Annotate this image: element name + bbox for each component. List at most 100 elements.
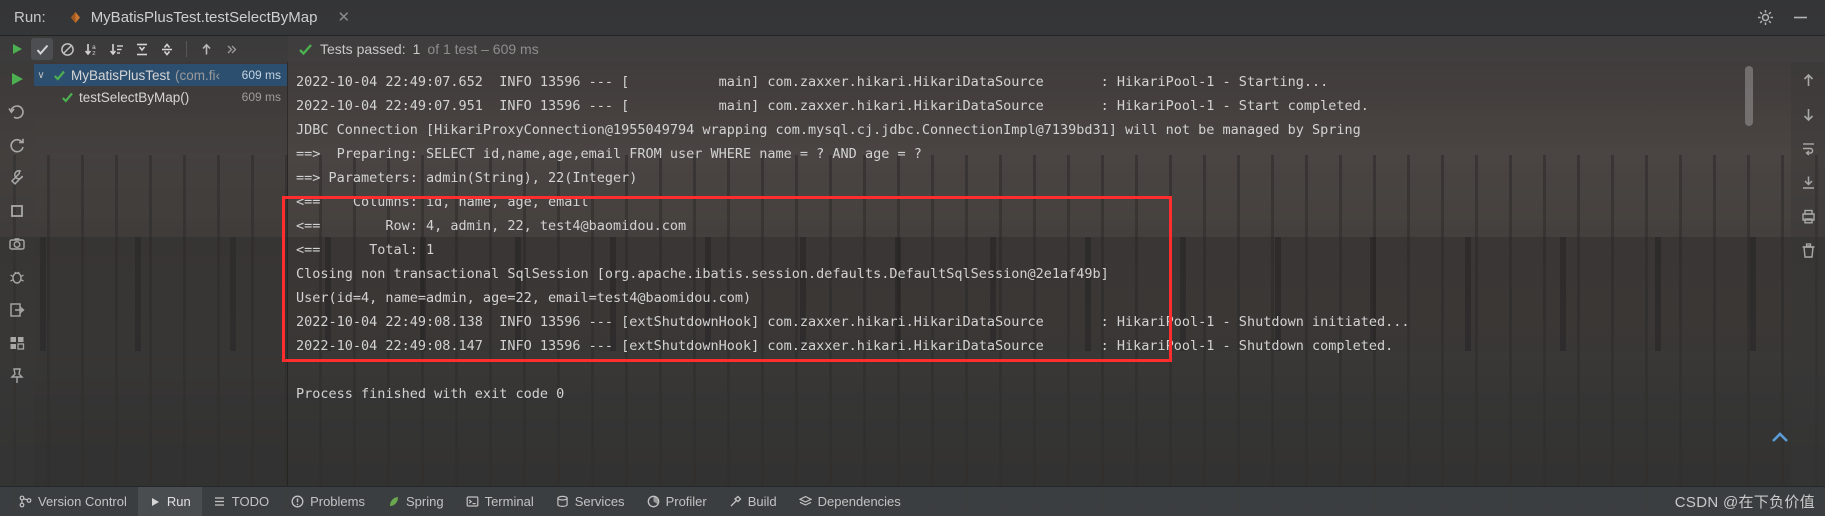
- expand-all-icon[interactable]: [131, 38, 153, 60]
- statusbar-label: Services: [574, 494, 625, 509]
- tree-test-duration: 609 ms: [241, 90, 281, 104]
- show-ignored-toggle[interactable]: [56, 38, 78, 60]
- tree-row-suite[interactable]: ∨ MyBatisPlusTest (com.fi‹ 609 ms: [34, 64, 287, 86]
- statusbar-tab-spring[interactable]: Spring: [376, 487, 455, 516]
- layers-icon: [798, 495, 812, 508]
- statusbar-label: TODO: [231, 494, 270, 509]
- rerun-button[interactable]: [6, 38, 28, 60]
- statusbar-tab-terminal[interactable]: Terminal: [455, 487, 545, 516]
- wrench-icon[interactable]: [8, 169, 26, 187]
- statusbar-tab-profiler[interactable]: Profiler: [636, 487, 718, 516]
- run-window-header: Run: MyBatisPlusTest.testSelectByMap ✕: [0, 0, 1825, 36]
- refresh-icon[interactable]: [8, 136, 26, 154]
- run-tool-window: Run: MyBatisPlusTest.testSelectByMap ✕ a…: [0, 0, 1825, 516]
- stop-icon[interactable]: [8, 202, 26, 220]
- warning-icon: [291, 495, 304, 508]
- soft-wrap-icon[interactable]: [1800, 140, 1817, 157]
- console-scrollbar-thumb[interactable]: [1745, 66, 1753, 126]
- tree-row-test[interactable]: testSelectByMap() 609 ms: [34, 86, 287, 108]
- pin-icon[interactable]: [8, 367, 26, 385]
- run-configuration-tab[interactable]: MyBatisPlusTest.testSelectByMap ✕: [68, 9, 350, 26]
- tests-passed-count: 1: [412, 41, 421, 57]
- left-action-rail: [0, 62, 34, 486]
- terminal-icon: [466, 495, 479, 508]
- services-icon: [556, 495, 569, 508]
- chevron-down-icon[interactable]: ∨: [34, 70, 48, 81]
- statusbar-label: Spring: [406, 494, 444, 509]
- watermark-text: CSDN @在下负价值: [1674, 494, 1815, 511]
- export-icon[interactable]: [8, 301, 26, 319]
- scroll-to-top-icon[interactable]: [1769, 428, 1791, 450]
- statusbar-label: Version Control: [38, 494, 127, 509]
- statusbar-tab-dependencies[interactable]: Dependencies: [788, 487, 912, 516]
- green-check-icon: [298, 42, 313, 57]
- close-icon[interactable]: ✕: [337, 10, 350, 25]
- print-icon[interactable]: [1800, 208, 1817, 225]
- test-status-bar: Tests passed: 1 of 1 test – 609 ms: [288, 36, 1825, 62]
- tree-suite-duration: 609 ms: [241, 68, 281, 82]
- statusbar-tab-build[interactable]: Build: [718, 487, 788, 516]
- statusbar-label: Profiler: [665, 494, 707, 509]
- play-icon: [149, 496, 161, 508]
- statusbar-tab-run[interactable]: Run: [137, 486, 202, 516]
- arrow-down-icon[interactable]: [1800, 106, 1817, 123]
- statusbar-label: Build: [747, 494, 777, 509]
- sort-duration-icon[interactable]: [106, 38, 128, 60]
- tree-suite-label: MyBatisPlusTest: [71, 67, 171, 83]
- console-line: Closing non transactional SqlSession [or…: [296, 266, 1109, 282]
- statusbar-tab-problems[interactable]: Problems: [280, 487, 376, 516]
- console-output[interactable]: 2022-10-04 22:49:07.652 INFO 13596 --- […: [288, 62, 1791, 486]
- collapse-all-icon[interactable]: [156, 38, 178, 60]
- statusbar-tab-services[interactable]: Services: [545, 487, 636, 516]
- tests-passed-detail: of 1 test – 609 ms: [427, 41, 539, 57]
- console-line: 2022-10-04 22:49:07.652 INFO 13596 --- […: [296, 74, 1329, 90]
- console-line: 2022-10-04 22:49:08.138 INFO 13596 --- […: [296, 314, 1410, 330]
- statusbar-tab-version-control[interactable]: Version Control: [8, 487, 138, 516]
- tree-suite-package: (com.fi‹: [175, 67, 221, 83]
- console-line: <== Columns: id, name, age, email: [296, 194, 589, 210]
- gear-icon[interactable]: [1757, 9, 1774, 26]
- console-line: JDBC Connection [HikariProxyConnection@1…: [296, 122, 1361, 138]
- chevron-double-right-icon[interactable]: [220, 38, 242, 60]
- statusbar-watermark-area: CSDN @在下负价值: [1675, 491, 1825, 512]
- tree-test-label: testSelectByMap(): [79, 89, 190, 105]
- arrow-up-icon[interactable]: [1800, 72, 1817, 89]
- console-line: <== Total: 1: [296, 242, 435, 258]
- green-check-icon: [61, 91, 74, 104]
- statusbar-label: Dependencies: [817, 494, 901, 509]
- scroll-end-icon[interactable]: [1800, 174, 1817, 191]
- run-window-body: ∨ MyBatisPlusTest (com.fi‹ 609 ms testSe…: [0, 62, 1825, 486]
- trash-icon[interactable]: [1800, 242, 1817, 259]
- console-line: <== Row: 4, admin, 22, test4@baomidou.co…: [296, 218, 687, 234]
- camera-icon[interactable]: [8, 235, 26, 253]
- svg-text:z: z: [92, 50, 96, 57]
- test-toolbar-buttons: a z: [0, 36, 288, 62]
- bug-icon[interactable]: [8, 268, 26, 286]
- console-line: ==> Parameters: admin(String), 22(Intege…: [296, 170, 638, 186]
- bottom-tool-window-bar: Version Control Run TODO Problems Spring…: [0, 486, 1825, 516]
- minimize-icon[interactable]: [1792, 9, 1809, 26]
- show-passed-toggle[interactable]: [31, 38, 53, 60]
- console-line: ==> Preparing: SELECT id,name,age,email …: [296, 146, 922, 162]
- arrow-up-icon[interactable]: [195, 38, 217, 60]
- profiler-icon: [647, 495, 660, 508]
- run-label: Run:: [14, 9, 46, 26]
- console-scrollbar[interactable]: [1743, 62, 1755, 486]
- test-results-tree[interactable]: ∨ MyBatisPlusTest (com.fi‹ 609 ms testSe…: [34, 62, 288, 486]
- run-header-actions: [1757, 9, 1825, 26]
- console-line: 2022-10-04 22:49:08.147 INFO 13596 --- […: [296, 338, 1394, 354]
- toolbar-separator: [186, 41, 187, 57]
- run-tab-title: MyBatisPlusTest.testSelectByMap: [90, 9, 318, 26]
- rerun-failed-icon[interactable]: [8, 103, 26, 121]
- green-check-icon: [53, 69, 66, 82]
- statusbar-tab-todo[interactable]: TODO: [202, 487, 280, 516]
- test-runner-toolbar: a z Tests passed: 1 of 1 test – 609 ms: [0, 36, 1825, 62]
- run-icon[interactable]: [8, 70, 26, 88]
- run-config-icon: [68, 10, 83, 25]
- layout-icon[interactable]: [8, 334, 26, 352]
- statusbar-label: Problems: [310, 494, 365, 509]
- console-action-rail: [1791, 62, 1825, 486]
- sort-alpha-icon[interactable]: a z: [81, 38, 103, 60]
- hammer-icon: [729, 495, 742, 508]
